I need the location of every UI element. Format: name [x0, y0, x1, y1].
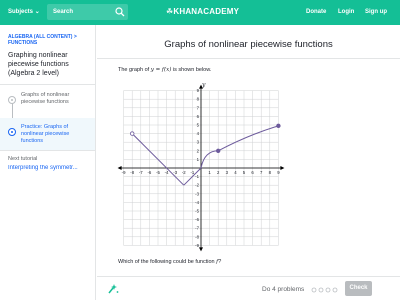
y-tick-label: -8	[195, 234, 199, 239]
x-tick-label: -6	[147, 170, 151, 175]
x-tick-label: -4	[165, 170, 169, 175]
question-text: Which of the following could be function…	[118, 259, 221, 265]
y-tick-label: -3	[195, 191, 199, 196]
x-tick-label: -9	[122, 170, 126, 175]
search-placeholder: Search	[53, 9, 74, 15]
x-tick-label: 2	[217, 170, 220, 175]
y-tick-label: -5	[195, 209, 199, 214]
x-tick-label: 6	[251, 170, 254, 175]
x-tick-label: 4	[234, 170, 237, 175]
function-graph: -9 -8 -7 -6 -5 -4 -3 -2 -1 1 2 3 4 5 6 7 8 9987654321-1-2…	[117, 83, 285, 252]
y-tick-label: -7	[195, 226, 199, 231]
next-tutorial-link[interactable]: Interpreting the symmetr...	[8, 165, 92, 171]
y-tick-label: -4	[195, 200, 199, 205]
problem-count-label: Do 4 problems	[262, 286, 305, 293]
x-tick-label: -3	[173, 170, 177, 175]
y-tick-label: -2	[195, 183, 199, 188]
x-axis-arrow	[280, 166, 285, 170]
login-link[interactable]: Login	[338, 9, 354, 15]
x-tick-label: -2	[182, 170, 186, 175]
video-status-icon	[8, 96, 16, 104]
sidebar-item-video[interactable]: Graphs of nonlinear piecewise functions	[0, 86, 95, 118]
page-title: Graphs of nonlinear piecewise functions	[164, 39, 333, 50]
y-axis-label: y	[201, 83, 206, 89]
progress-dots	[311, 287, 338, 293]
question-prompt: The graph of y = f(x) is shown below.	[118, 67, 211, 73]
question-suffix: ?	[218, 259, 222, 265]
progress-dot	[325, 287, 331, 293]
progress-dot	[311, 287, 317, 293]
x-tick-label: -7	[139, 170, 143, 175]
sidebar: ALGEBRA (ALL CONTENT) > FUNCTIONS Graphi…	[0, 25, 96, 300]
subjects-menu-button[interactable]: Subjects ⌄	[8, 8, 40, 15]
practice-status-icon	[8, 128, 16, 136]
search-input[interactable]: Search	[47, 4, 128, 20]
divider	[0, 150, 96, 151]
x-tick-label: 7	[260, 170, 263, 175]
donate-link[interactable]: Donate	[306, 9, 326, 15]
y-axis-arrow	[199, 247, 203, 252]
progress-dot	[332, 287, 338, 293]
sparkle-icon	[108, 284, 119, 294]
exercise-footer: Do 4 problems Check	[97, 276, 400, 300]
x-tick-label: 8	[269, 170, 272, 175]
closed-point	[215, 148, 221, 153]
subjects-label: Subjects	[8, 9, 34, 15]
leaf-icon: ☘	[166, 7, 174, 16]
progress-dot	[318, 287, 324, 293]
closed-point	[276, 123, 281, 129]
prompt-suffix: is shown below.	[172, 67, 212, 73]
exercise-panel: Graphs of nonlinear piecewise functions …	[97, 25, 400, 300]
sidebar-item-label: Graphs of nonlinear piecewise functions	[21, 92, 70, 105]
piece-curve	[200, 125, 279, 169]
x-tick-label: -8	[130, 170, 134, 175]
next-tutorial-label: Next tutorial	[8, 156, 38, 162]
tutorial-title: Graphing nonlinear piecewise functions (…	[8, 52, 69, 77]
logo-text: KHANACADEMY	[173, 7, 240, 16]
khan-academy-logo[interactable]: ☘KHANACADEMY	[166, 7, 239, 16]
x-tick-label: 9	[277, 170, 280, 175]
open-point	[130, 131, 135, 136]
x-tick-label: 3	[226, 170, 229, 175]
sidebar-item-practice[interactable]: Practice: Graphs of nonlinear piecewise …	[0, 118, 95, 150]
top-nav-bar: Subjects ⌄ Search ☘KHANACADEMY Donate Lo…	[0, 0, 400, 25]
chevron-down-icon: ⌄	[34, 9, 40, 15]
breadcrumb[interactable]: ALGEBRA (ALL CONTENT) > FUNCTIONS	[8, 34, 88, 46]
y-tick-label: -9	[195, 243, 199, 248]
question-prefix: Which of the following could be function	[118, 259, 215, 265]
search-icon	[115, 7, 125, 17]
prompt-prefix: The graph of	[118, 67, 150, 73]
x-tick-label: 5	[243, 170, 246, 175]
divider	[97, 58, 400, 59]
y-tick-label: -6	[195, 217, 199, 222]
sidebar-item-label: Practice: Graphs of nonlinear piecewise …	[21, 124, 70, 144]
y-tick-label: -1	[195, 174, 199, 179]
divider	[0, 84, 96, 85]
prompt-equation: y = f(x)	[150, 67, 172, 73]
signup-link[interactable]: Sign up	[365, 9, 387, 15]
x-tick-label: -5	[156, 170, 160, 175]
check-button[interactable]: Check	[345, 281, 372, 296]
x-tick-label: 1	[208, 170, 211, 175]
